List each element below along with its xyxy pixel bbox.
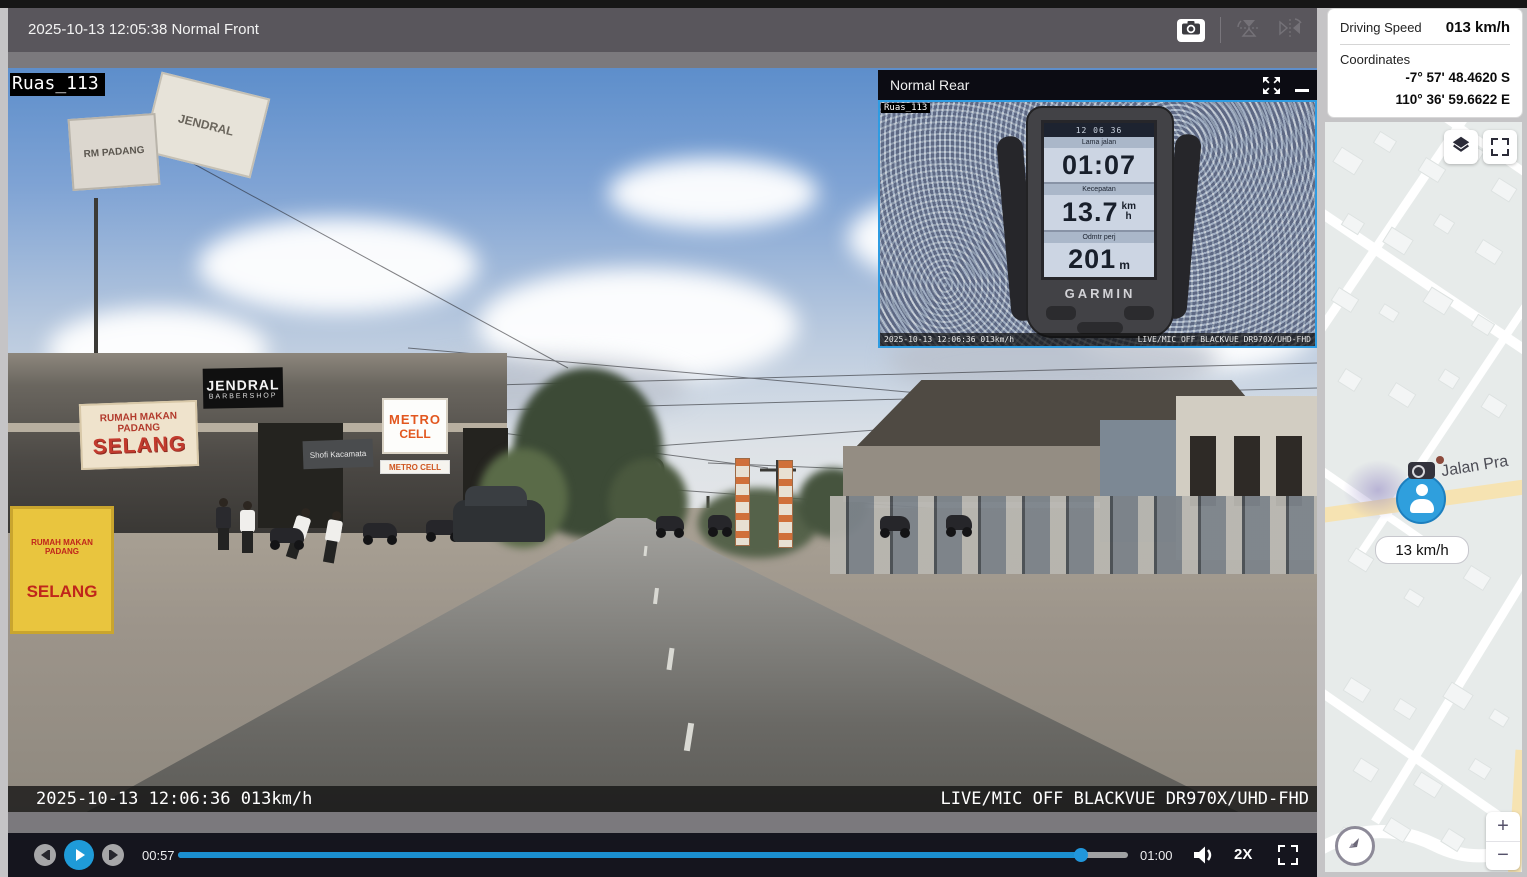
flip-horizontal-button[interactable]: [1277, 17, 1303, 44]
rear-window-title: Normal Rear: [890, 77, 969, 93]
current-time: 00:57: [142, 848, 175, 863]
rear-overlay-timestamp: 2025-10-13 12:06:36 013km/h: [884, 335, 1014, 344]
zoom-out-button[interactable]: −: [1486, 842, 1520, 871]
rear-channel-label: Ruas_113: [881, 103, 930, 113]
layers-icon: [1450, 134, 1472, 161]
map-compass-button[interactable]: [1335, 826, 1375, 866]
front-overlay-timestamp: 2025-10-13 12:06:36 013km/h: [36, 789, 312, 809]
yellow-restaurant-sign: RUMAH MAKAN PADANG SELANG: [10, 506, 114, 634]
pole-sign-rm-padang: RM PADANG: [68, 113, 161, 191]
map-zoom-control: + −: [1486, 812, 1520, 870]
front-overlay-status: LIVE/MIC OFF BLACKVUE DR970X/UHD-FHD: [941, 789, 1309, 809]
restaurant-banner: RUMAH MAKAN PADANG SELANG: [79, 400, 199, 470]
compass-icon: [1345, 834, 1365, 859]
panel-divider: [1340, 44, 1510, 45]
motorcycle: [363, 523, 397, 538]
snapshot-button[interactable]: [1177, 19, 1205, 42]
recording-dot: [1436, 456, 1444, 464]
person-icon: [1416, 484, 1428, 496]
motorcycle: [270, 528, 304, 543]
seek-bar[interactable]: [178, 852, 1128, 858]
flip-vertical-button[interactable]: [1236, 17, 1262, 44]
map-fullscreen-button[interactable]: [1483, 130, 1517, 164]
rear-video-overlay: 2025-10-13 12:06:36 013km/h LIVE/MIC OFF…: [880, 333, 1315, 346]
progress-fill: [178, 852, 1081, 858]
video-titlebar: 2025-10-13 12:05:38 Normal Front: [8, 8, 1317, 52]
map-layers-button[interactable]: [1444, 130, 1478, 164]
video-timestamp-title: 2025-10-13 12:05:38 Normal Front: [28, 21, 259, 38]
gate-pillar: [778, 460, 793, 548]
barbershop-sign: JENDRAL BARBERSHOP: [203, 367, 284, 408]
blackvue-viewer-window: 2025-10-13 12:05:38 Normal Front: [0, 0, 1527, 877]
rear-overlay-status: LIVE/MIC OFF BLACKVUE DR970X/UHD-FHD: [1138, 335, 1311, 344]
longitude-value: 110° 36' 59.6622 E: [1340, 89, 1510, 111]
coordinates-label: Coordinates: [1340, 52, 1510, 67]
previous-frame-button[interactable]: [34, 844, 56, 866]
zoom-in-button[interactable]: +: [1486, 812, 1520, 842]
rear-video-window[interactable]: Normal Rear Ruas_113: [878, 70, 1317, 348]
speaker-icon: [1191, 854, 1215, 871]
garmin-field1-label: Lama jalan: [1044, 137, 1154, 148]
play-icon: [76, 849, 85, 861]
gate-pillar: [735, 458, 750, 546]
garmin-status-time: 12 06 36: [1044, 123, 1154, 137]
garmin-field3-label: Odmtr perj: [1044, 232, 1154, 243]
rear-window-header[interactable]: Normal Rear: [878, 70, 1317, 100]
garmin-brand: GARMIN: [1028, 286, 1172, 301]
metro-cell-sign: METRO CELL: [382, 398, 448, 454]
optic-banner: Shofi Kacamata: [303, 439, 374, 469]
garmin-trip-time: 01:07: [1062, 150, 1136, 181]
volume-button[interactable]: [1191, 843, 1215, 872]
garmin-field2-label: Kecepatan: [1044, 184, 1154, 195]
latitude-value: -7° 57' 48.4620 S: [1340, 67, 1510, 89]
driving-speed-label: Driving Speed: [1340, 20, 1422, 35]
garmin-speed-value: 13.7: [1062, 197, 1119, 228]
front-video-overlay: 2025-10-13 12:06:36 013km/h LIVE/MIC OFF…: [8, 786, 1317, 812]
garmin-screen: 12 06 36 Lama jalan 01:07 Kecepatan 13.7…: [1041, 120, 1157, 280]
map-speed-badge: 13 km/h: [1375, 536, 1469, 564]
driving-speed-value: 013 km/h: [1446, 19, 1510, 36]
dashcam-icon: [1408, 462, 1435, 479]
fullscreen-button[interactable]: [1278, 845, 1298, 865]
vehicle-position-marker: [1396, 474, 1446, 524]
front-channel-label: Ruas_113: [10, 73, 105, 96]
window-top-strip: [0, 0, 1527, 8]
toolbar-divider: [1220, 17, 1221, 43]
motorcycle: [708, 515, 732, 530]
rear-expand-button[interactable]: [1262, 76, 1281, 95]
camera-icon: [1182, 21, 1200, 40]
total-time: 01:00: [1140, 848, 1173, 863]
step-back-icon: [41, 850, 48, 860]
garmin-odometer-value: 201: [1068, 244, 1116, 275]
map-panel[interactable]: Jalan Pra 13 km/h + −: [1325, 122, 1522, 872]
next-frame-button[interactable]: [102, 844, 124, 866]
parked-car: [453, 500, 545, 542]
play-button[interactable]: [64, 840, 94, 870]
motorcycle: [656, 516, 684, 531]
seek-handle[interactable]: [1074, 848, 1088, 862]
playback-speed-button[interactable]: 2X: [1234, 846, 1252, 863]
step-forward-icon: [111, 850, 118, 860]
fullscreen-icon: [1278, 845, 1285, 852]
flip-vertical-icon: [1236, 26, 1262, 43]
rear-video[interactable]: Ruas_113 12 06 36 Lama jalan 01:07 Kecep…: [878, 100, 1317, 348]
telemetry-panel: Driving Speed 013 km/h Coordinates -7° 5…: [1327, 8, 1523, 118]
motorcycle: [880, 516, 910, 531]
metro-cell-small-sign: METRO CELL: [380, 460, 450, 474]
rear-minimize-button[interactable]: [1295, 89, 1309, 92]
flip-horizontal-icon: [1277, 26, 1303, 43]
playback-controls: 00:57 01:00 2X: [8, 833, 1317, 877]
map-fullscreen-icon: [1491, 138, 1509, 156]
motorcycle: [946, 515, 972, 530]
garmin-device: 12 06 36 Lama jalan 01:07 Kecepatan 13.7…: [1004, 106, 1194, 346]
